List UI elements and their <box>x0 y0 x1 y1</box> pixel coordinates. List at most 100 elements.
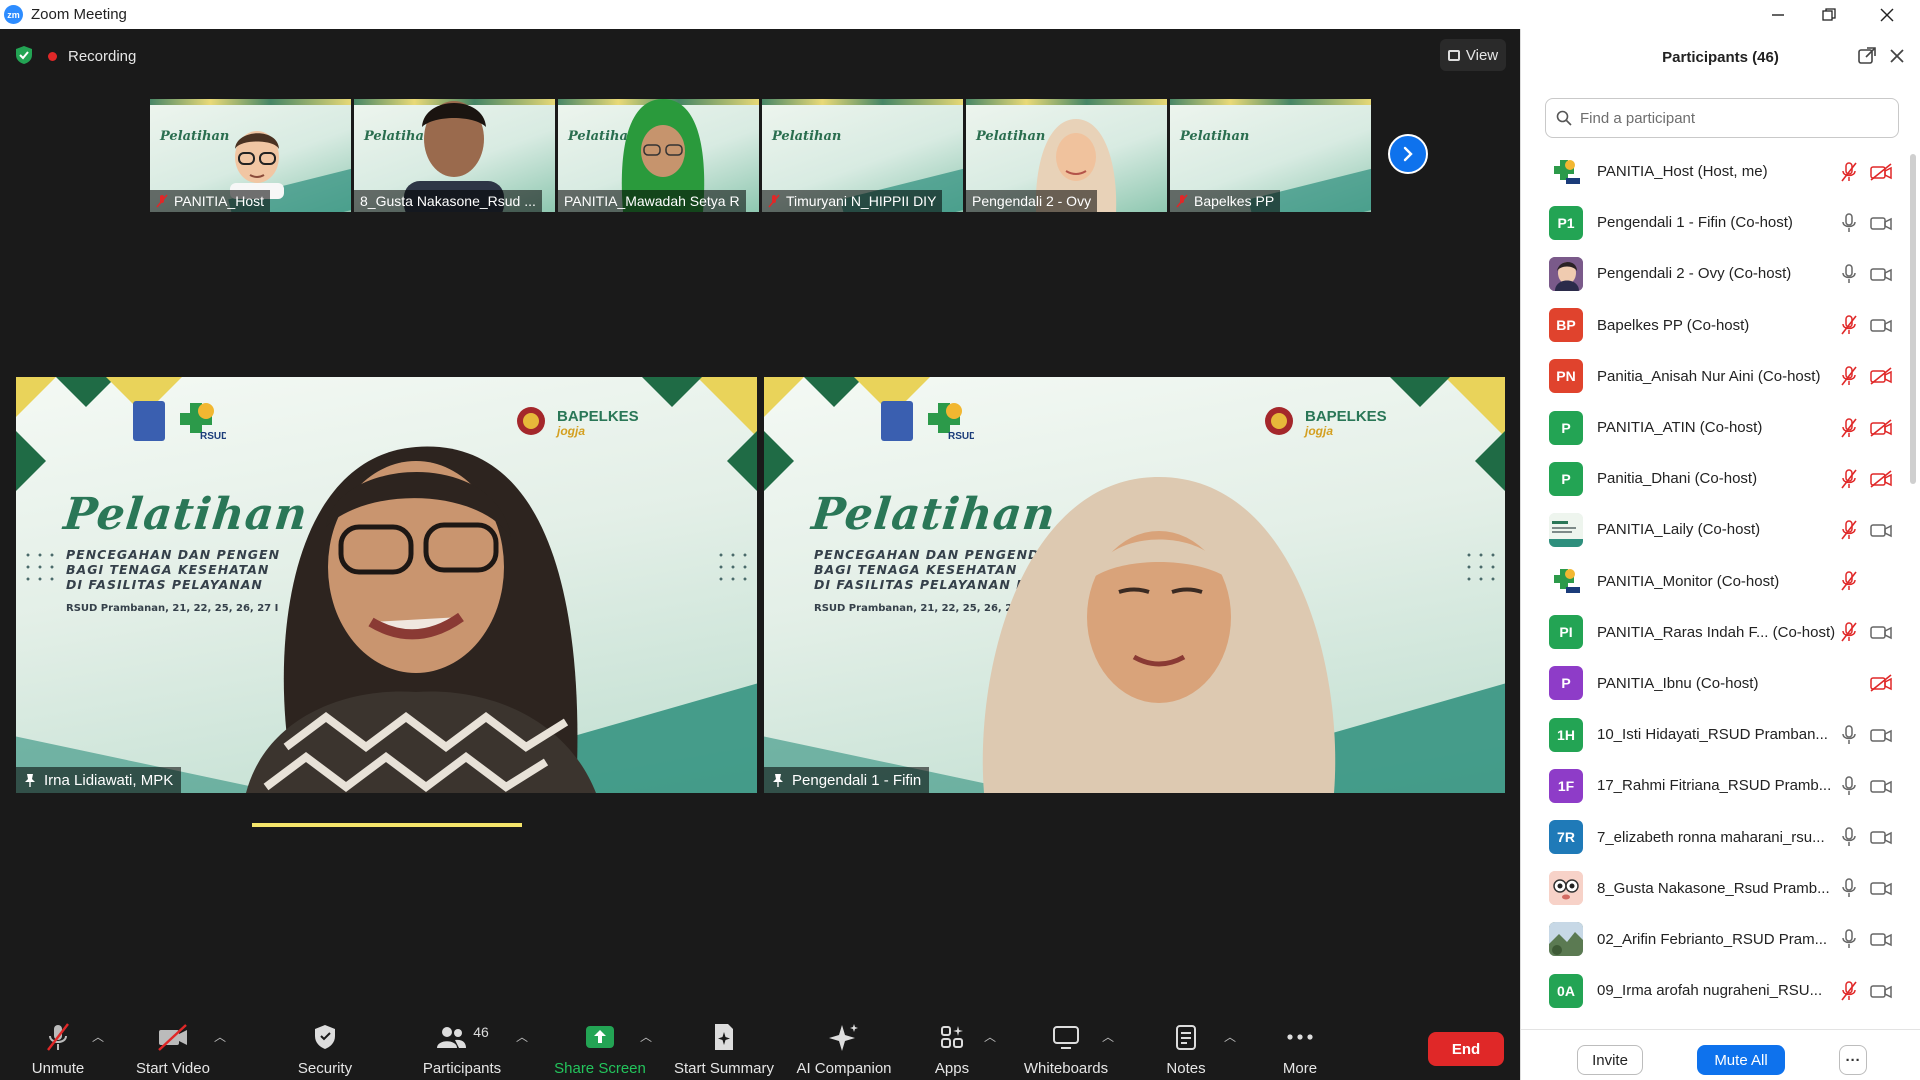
video-off-icon[interactable] <box>1869 162 1893 181</box>
participant-row[interactable]: BP Bapelkes PP (Co-host) <box>1521 300 1909 351</box>
recording-indicator[interactable]: Recording <box>48 43 136 69</box>
muted-mic-icon[interactable] <box>1839 365 1859 387</box>
video-thumbnail[interactable]: Pelatihan PANITIA_Host <box>150 99 351 212</box>
muted-mic-icon[interactable] <box>1839 570 1859 592</box>
close-window-button[interactable] <box>1858 0 1916 29</box>
mic-icon[interactable] <box>1839 724 1859 746</box>
participant-row[interactable]: P PANITIA_Ibnu (Co-host) <box>1521 658 1909 709</box>
apps-options-caret[interactable]: ︿ <box>980 1010 1000 1080</box>
mic-icon[interactable] <box>1839 263 1859 285</box>
share-options-caret[interactable]: ︿ <box>636 1010 656 1080</box>
tile-name-label: Irna Lidiawati, MPK <box>16 767 182 793</box>
muted-mic-icon[interactable] <box>1839 161 1859 183</box>
video-thumbnail[interactable]: Pelatihan Bapelkes PP <box>1170 99 1371 212</box>
notes-button[interactable]: Notes <box>1156 1010 1216 1080</box>
video-off-icon[interactable] <box>1869 367 1893 385</box>
participant-row[interactable]: P Panitia_Dhani (Co-host) <box>1521 453 1909 504</box>
more-button[interactable]: More <box>1268 1010 1332 1080</box>
video-thumbnail[interactable]: Pelatihan Pengendali 2 - Ovy <box>966 99 1167 212</box>
audio-options-caret[interactable]: ︿ <box>88 1010 108 1080</box>
participants-options-caret[interactable]: ︿ <box>512 1010 532 1080</box>
avatar <box>1549 564 1583 599</box>
participant-row[interactable]: 0A 09_Irma arofah nugraheni_RSU... <box>1521 965 1909 1016</box>
video-icon[interactable] <box>1869 214 1893 232</box>
video-icon[interactable] <box>1869 828 1893 846</box>
participant-row[interactable]: 1F 17_Rahmi Fitriana_RSUD Pramb... <box>1521 760 1909 811</box>
participant-row[interactable]: 7R 7_elizabeth ronna maharani_rsu... <box>1521 811 1909 862</box>
ai-companion-button[interactable]: AI Companion <box>792 1010 896 1080</box>
video-icon[interactable] <box>1869 521 1893 539</box>
participant-row[interactable]: PI PANITIA_Raras Indah F... (Co-host) <box>1521 607 1909 658</box>
video-icon[interactable] <box>1869 777 1893 795</box>
video-tile-speaker[interactable]: RSUD BAPELKES jogja Pelatihan PENCEGAHAN… <box>764 377 1505 793</box>
muted-mic-icon[interactable] <box>1839 314 1859 336</box>
mic-icon[interactable] <box>1839 928 1859 950</box>
landscape-avatar <box>1549 922 1583 957</box>
participants-button[interactable]: 46 Participants <box>412 1010 512 1080</box>
security-button[interactable]: Security <box>290 1010 360 1080</box>
start-video-button[interactable]: Start Video <box>128 1010 218 1080</box>
video-off-icon[interactable] <box>1869 674 1893 693</box>
video-icon[interactable] <box>1869 316 1893 334</box>
video-icon[interactable] <box>1869 879 1893 897</box>
video-icon[interactable] <box>1869 982 1893 1000</box>
video-thumbnail[interactable]: Pelatihan PANITIA_Mawadah Setya R <box>558 99 759 212</box>
thumbnail-name-label: Pengendali 2 - Ovy <box>966 190 1098 212</box>
participant-row[interactable]: Pengendali 2 - Ovy (Co-host) <box>1521 248 1909 299</box>
start-summary-button[interactable]: Start Summary <box>672 1010 776 1080</box>
mic-icon[interactable] <box>1839 212 1859 234</box>
next-page-button[interactable] <box>1388 134 1428 174</box>
participant-row[interactable]: 1H 10_Isti Hidayati_RSUD Pramban... <box>1521 709 1909 760</box>
mic-icon[interactable] <box>1839 877 1859 899</box>
video-off-icon[interactable] <box>1869 470 1893 488</box>
participant-row[interactable]: PANITIA_Monitor (Co-host) <box>1521 556 1909 607</box>
participant-search[interactable] <box>1545 98 1899 138</box>
video-thumbnail[interactable]: Pelatihan 8_Gusta Nakasone_Rsud ... <box>354 99 555 212</box>
mic-icon[interactable] <box>1839 775 1859 797</box>
participant-row[interactable]: P1 Pengendali 1 - Fifin (Co-host) <box>1521 197 1909 248</box>
video-off-icon[interactable] <box>1869 418 1893 437</box>
unmute-button[interactable]: Unmute <box>18 1010 98 1080</box>
share-screen-button[interactable]: Share Screen <box>552 1010 648 1080</box>
whiteboards-options-caret[interactable]: ︿ <box>1098 1010 1118 1080</box>
muted-mic-icon[interactable] <box>1839 980 1859 1002</box>
search-input[interactable] <box>1580 109 1880 127</box>
ai-sparkle-icon <box>829 1024 858 1051</box>
muted-mic-icon[interactable] <box>1839 417 1859 439</box>
encryption-shield-icon[interactable] <box>14 45 34 65</box>
participant-row[interactable]: PANITIA_Laily (Co-host) <box>1521 504 1909 555</box>
muted-mic-icon[interactable] <box>1839 519 1859 541</box>
participant-row[interactable]: PN Panitia_Anisah Nur Aini (Co-host) <box>1521 351 1909 402</box>
view-button[interactable]: View <box>1440 39 1506 71</box>
minimize-button[interactable] <box>1749 0 1807 29</box>
restore-button[interactable] <box>1800 0 1858 29</box>
chevron-up-icon: ︿ <box>213 1030 226 1044</box>
participant-row[interactable]: PANITIA_Host (Host, me) <box>1521 146 1909 197</box>
muted-mic-icon[interactable] <box>1839 621 1859 643</box>
avatar <box>1549 871 1583 906</box>
participant-list-scrollbar[interactable] <box>1910 154 1916 484</box>
video-icon[interactable] <box>1869 623 1893 641</box>
video-icon[interactable] <box>1869 265 1893 283</box>
video-options-caret[interactable]: ︿ <box>210 1010 230 1080</box>
participant-row[interactable]: 8_Gusta Nakasone_Rsud Pramb... <box>1521 863 1909 914</box>
video-icon[interactable] <box>1869 930 1893 948</box>
end-meeting-button[interactable]: End <box>1428 1032 1504 1066</box>
muted-mic-icon[interactable] <box>1839 468 1859 490</box>
notes-options-caret[interactable]: ︿ <box>1220 1010 1240 1080</box>
panel-more-button[interactable]: ··· <box>1839 1045 1867 1075</box>
popout-icon[interactable] <box>1858 47 1876 65</box>
video-thumbnail[interactable]: Pelatihan Timuryani N_HIPPII DIY <box>762 99 963 212</box>
invite-button[interactable]: Invite <box>1577 1045 1643 1075</box>
participant-row[interactable]: P PANITIA_ATIN (Co-host) <box>1521 402 1909 453</box>
chevron-right-icon <box>1403 146 1413 162</box>
close-panel-icon[interactable] <box>1888 47 1906 65</box>
apps-button[interactable]: Apps <box>922 1010 982 1080</box>
video-icon[interactable] <box>1869 726 1893 744</box>
mute-all-button[interactable]: Mute All <box>1697 1045 1785 1075</box>
video-off-icon <box>158 1024 187 1051</box>
zoom-window: zm Zoom Meeting Recording View Pelatihan… <box>0 0 1920 1080</box>
video-tile-speaker[interactable]: RSUD BAPELKES jogja Pelatihan PENCEGAHAN… <box>16 377 757 793</box>
mic-icon[interactable] <box>1839 826 1859 848</box>
participant-row[interactable]: 02_Arifin Febrianto_RSUD Pram... <box>1521 914 1909 965</box>
